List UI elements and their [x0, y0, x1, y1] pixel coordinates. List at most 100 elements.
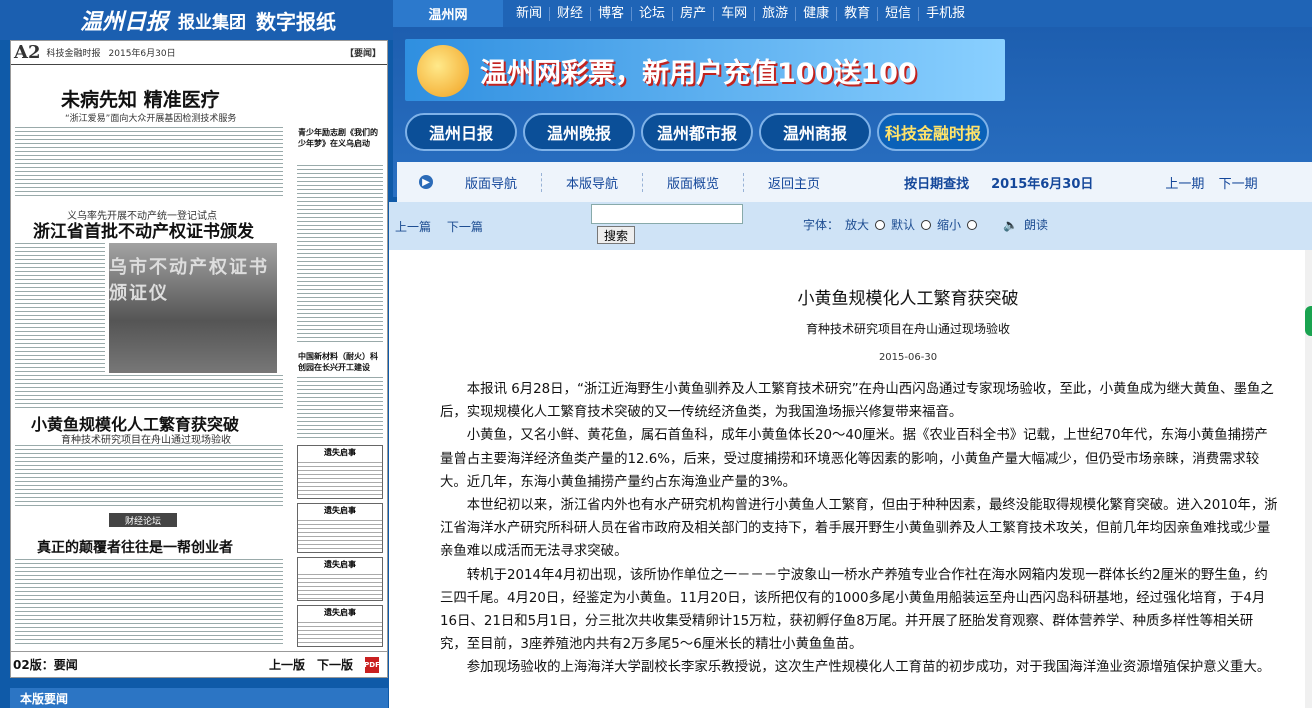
notice-ad[interactable]: 遗失启事	[297, 605, 383, 647]
font-large[interactable]: 放大	[845, 216, 869, 233]
issue-pager: 上一期 下一期	[1165, 173, 1267, 192]
nav-mobile-paper[interactable]: 手机报	[919, 6, 972, 21]
section-news-bar[interactable]: 本版要闻	[10, 688, 388, 708]
article-text-block[interactable]	[15, 127, 283, 199]
article-text-block[interactable]	[15, 445, 283, 509]
notice-ad[interactable]: 遗失启事	[297, 503, 383, 553]
page-subnav: ▶ 版面导航 本版导航 版面概览 返回主页 按日期查找 2015年6月30日 上…	[397, 162, 1312, 202]
article-paragraph: 参加现场验收的上海海洋大学副校长李家乐教授说，这次生产性规模化人工育苗的初步成功…	[466, 660, 1271, 676]
nav-travel[interactable]: 旅游	[755, 6, 797, 21]
link-home[interactable]: 返回主页	[744, 173, 844, 192]
nav-news[interactable]: 新闻	[509, 6, 551, 21]
prev-article-link[interactable]: 上一篇	[395, 220, 431, 234]
page-header: A2 科技金融时报 2015年6月30日 【要闻】	[11, 41, 387, 65]
sub-yellow-croaker: 育种技术研究项目在舟山通过现场验收	[61, 435, 231, 446]
digital-label: 数字报纸	[256, 9, 337, 34]
tab-wenzhou-evening[interactable]: 温州晚报	[523, 113, 635, 151]
article-pager: 上一篇 下一篇	[395, 218, 495, 235]
tab-wenzhou-daily[interactable]: 温州日报	[405, 113, 517, 151]
current-date: 2015年6月30日	[991, 176, 1094, 192]
page-date: 2015年6月30日	[108, 49, 176, 59]
search-input[interactable]	[591, 204, 743, 224]
article-title: 小黄鱼规模化人工繁育获突破	[797, 289, 1019, 309]
notice-title: 遗失启事	[298, 446, 382, 459]
nav-education[interactable]: 教育	[837, 6, 879, 21]
article-subtitle: 育种技术研究项目在舟山通过现场验收	[805, 322, 1010, 336]
article-paragraph: 本世纪初以来，浙江省内外也有水产研究机构曾进行小黄鱼人工繁育，但由于种种因素，最…	[440, 498, 1278, 560]
notice-title: 遗失启事	[298, 606, 382, 619]
nav-finance[interactable]: 财经	[550, 6, 592, 21]
article-toolbar: 上一篇 下一篇 搜索 字体： 放大 默认 缩小 🔈 朗读	[389, 202, 1312, 250]
font-large-radio[interactable]	[875, 219, 886, 230]
column-tag: 财经论坛	[109, 513, 177, 527]
nav-health[interactable]: 健康	[796, 6, 838, 21]
search-button[interactable]: 搜索	[597, 226, 636, 244]
read-aloud[interactable]: 朗读	[1024, 216, 1048, 233]
lottery-text: 温州网彩票，新用户充值100送100	[480, 57, 917, 89]
tab-metro[interactable]: 温州都市报	[641, 113, 753, 151]
article-paragraph: 小黄鱼，又名小鲜、黄花鱼，属石首鱼科，成年小黄鱼体长20～40厘米。据《农业百科…	[440, 428, 1268, 490]
notice-ad[interactable]: 遗失启事	[297, 557, 383, 601]
next-page-link[interactable]: 下一版	[317, 656, 353, 673]
side-headline-1[interactable]: 青少年励志剧《我们的少年梦》在义乌启动	[298, 127, 378, 149]
article-panel: 小黄鱼规模化人工繁育获突破 育种技术研究项目在舟山通过现场验收 2015-06-…	[389, 250, 1312, 708]
font-small[interactable]: 缩小	[937, 216, 961, 233]
prev-issue-link[interactable]: 上一期	[1165, 177, 1204, 192]
page-number: A2	[14, 42, 41, 63]
article-text-block[interactable]	[15, 243, 105, 373]
date-query-link[interactable]: 按日期查找	[904, 173, 969, 192]
notice-ad[interactable]: 遗失启事	[297, 445, 383, 499]
font-controls: 字体： 放大 默认 缩小 🔈 朗读	[803, 216, 1048, 233]
section-label: 【要闻】	[344, 49, 381, 59]
font-default-radio[interactable]	[921, 219, 932, 230]
prev-page-link[interactable]: 上一版	[269, 656, 305, 673]
headline-disruptors[interactable]: 真正的颠覆者往往是一帮创业者	[37, 537, 233, 557]
footer-section: 02版：要闻	[13, 658, 78, 672]
next-issue-link[interactable]: 下一期	[1219, 177, 1258, 192]
nav-house[interactable]: 房产	[673, 6, 715, 21]
sub-precision-medicine: “浙江爱易”面向大众开展基因检测技术服务	[65, 114, 237, 124]
paper-name: 科技金融时报	[46, 49, 101, 59]
headline-property-cert[interactable]: 浙江省首批不动产权证书颁发	[33, 217, 254, 242]
side-text-block[interactable]	[297, 377, 383, 441]
side-float-tab[interactable]	[1305, 306, 1312, 336]
link-section-nav[interactable]: 本版导航	[542, 172, 644, 192]
photo-sign: 乌市不动产权证书颁证仪	[109, 257, 269, 304]
lottery-ball-icon	[417, 45, 469, 97]
top-navigation: 温州网 新闻 财经 博客 论坛 房产 车网 旅游 健康 教育 短信 手机报	[393, 0, 1312, 27]
headline-precision-medicine[interactable]: 未病先知 精准医疗	[61, 85, 220, 112]
article-date: 2015-06-30	[878, 352, 938, 363]
group-label: 报业集团	[178, 12, 247, 33]
next-article-link[interactable]: 下一篇	[447, 220, 483, 234]
notice-title: 遗失启事	[298, 558, 382, 571]
font-default[interactable]: 默认	[891, 216, 915, 233]
tab-business[interactable]: 温州商报	[759, 113, 871, 151]
font-small-radio[interactable]	[967, 219, 978, 230]
pdf-icon[interactable]: PDF	[364, 656, 380, 673]
nav-blog[interactable]: 博客	[591, 6, 633, 21]
nav-sms[interactable]: 短信	[878, 6, 920, 21]
caption-block	[15, 375, 283, 409]
side-headline-2[interactable]: 中国新材料（耐火）科创园在长兴开工建设	[298, 351, 380, 373]
nav-forum[interactable]: 论坛	[632, 6, 674, 21]
link-page-nav[interactable]: 版面导航	[441, 172, 543, 192]
article-text-block[interactable]	[15, 559, 283, 647]
wenzhou-daily-logo[interactable]: 温州日报	[80, 4, 168, 36]
nav-car[interactable]: 车网	[714, 6, 756, 21]
lottery-banner[interactable]: 温州网彩票，新用户充值100送100	[405, 39, 1005, 101]
play-icon: ▶	[419, 175, 433, 189]
article-body: 本报讯 6月28日，“浙江近海野生小黄鱼驯养及人工繁育技术研究”在舟山西闪岛通过…	[440, 378, 1278, 680]
side-text-block[interactable]	[297, 165, 383, 345]
notice-title: 遗失启事	[298, 504, 382, 517]
digital-paper-header: 温州日报 报业集团 数字报纸	[0, 0, 393, 40]
speaker-icon[interactable]: 🔈	[1003, 218, 1018, 232]
link-overview[interactable]: 版面概览	[643, 172, 745, 192]
font-label: 字体：	[803, 218, 840, 232]
newspaper-page[interactable]: A2 科技金融时报 2015年6月30日 【要闻】 未病先知 精准医疗 “浙江爱…	[10, 40, 388, 678]
article-paragraph: 转机于2014年4月初出现，该所协作单位之一－－－宁波象山一桥水产养殖专业合作社…	[440, 567, 1268, 653]
paper-tabs: 温州日报 温州晚报 温州都市报 温州商报 科技金融时报	[405, 113, 1305, 153]
site-logo[interactable]: 温州网	[393, 0, 503, 27]
tab-tech-finance[interactable]: 科技金融时报	[877, 113, 989, 151]
news-photo[interactable]: 乌市不动产权证书颁证仪	[109, 243, 277, 373]
page-pager: 上一版 下一版 PDF	[269, 656, 380, 673]
